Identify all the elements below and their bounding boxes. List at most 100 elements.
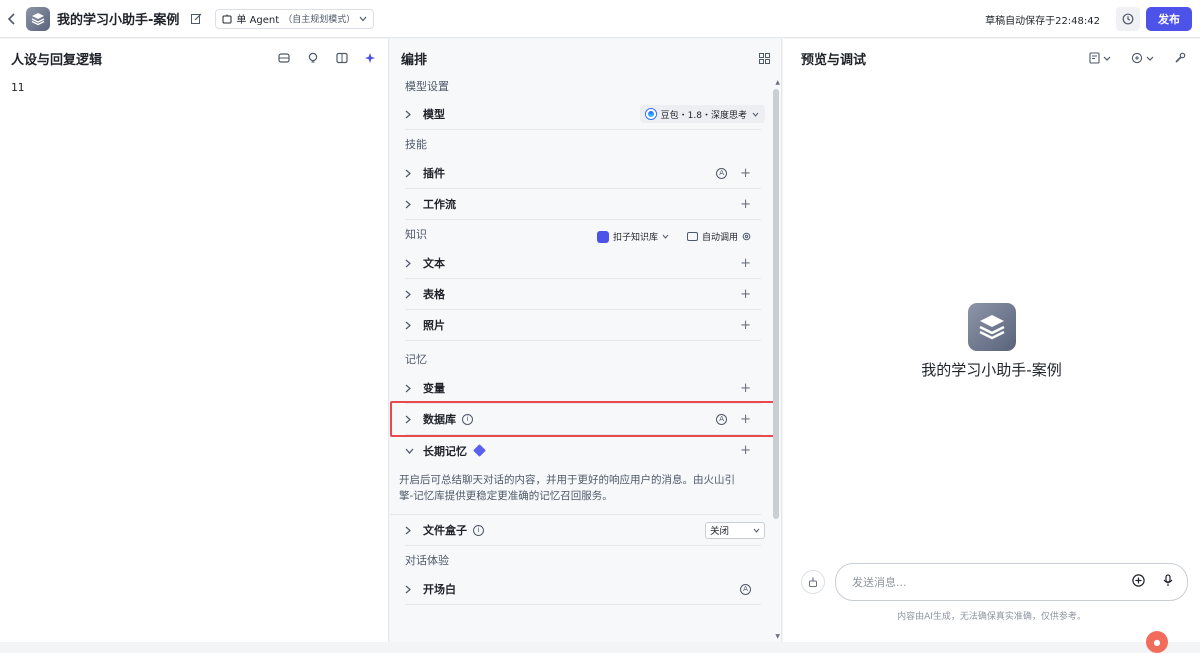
history-icon <box>1122 13 1134 25</box>
auto-add-icon[interactable]: A <box>740 583 751 595</box>
table-kb-label: 表格 <box>423 288 445 301</box>
auto-add-icon[interactable]: A <box>716 167 728 179</box>
preview-panel: 预览与调试 我的学习小助手-案例 发送消息... 内容由AI生成，无法确保真实准… <box>783 39 1200 653</box>
kb-source-select[interactable]: 扣子知识库 <box>596 230 669 243</box>
orchestration-title: 编排 <box>401 52 428 68</box>
app-avatar <box>26 6 50 31</box>
agent-icon <box>222 14 232 23</box>
model-label: 模型 <box>423 108 445 121</box>
chevron-down-icon <box>752 112 759 117</box>
broom-icon <box>809 577 817 587</box>
premium-diamond-icon <box>473 444 486 457</box>
bot-intro: 我的学习小助手-案例 <box>783 303 1200 380</box>
debug-tool-icon[interactable] <box>1174 52 1186 64</box>
app-title: 我的学习小助手-案例 <box>57 13 180 28</box>
ltm-label: 长期记忆 <box>423 444 467 458</box>
template-icon[interactable] <box>278 52 290 64</box>
kb-mode-label: 自动调用 <box>701 233 738 243</box>
filebox-select[interactable]: 关闭 <box>705 521 765 539</box>
long-term-memory-row[interactable]: 长期记忆 + <box>405 435 761 466</box>
text-kb-row[interactable]: 文本 + <box>405 248 761 279</box>
chevron-right-icon <box>405 259 417 268</box>
message-placeholder: 发送消息... <box>852 576 907 589</box>
skills-section-title: 技能 <box>405 138 427 151</box>
opening-row[interactable]: 开场白 A <box>405 574 761 605</box>
grid-layout-icon[interactable] <box>758 52 770 64</box>
ltm-description: 开启后可总结聊天对话的内容，并用于更好的响应用户的消息。由火山引擎-记忆库提供更… <box>390 466 761 515</box>
autosave-status: 草稿自动保存于22:48:42 <box>985 16 1100 27</box>
scroll-up-arrow[interactable]: ▲ <box>775 79 780 86</box>
chat-composer: 发送消息... <box>801 563 1188 601</box>
add-variable-icon[interactable]: + <box>740 382 751 395</box>
plugins-row[interactable]: 插件 A + <box>405 158 761 189</box>
add-ltm-icon[interactable]: + <box>740 444 751 457</box>
bot-name: 我的学习小助手-案例 <box>921 361 1062 379</box>
chevron-right-icon <box>405 321 417 330</box>
workflow-label: 工作流 <box>423 198 456 211</box>
add-attachment-icon[interactable] <box>1132 574 1145 590</box>
chevron-down-icon <box>753 528 760 533</box>
scroll-down-arrow[interactable]: ▼ <box>775 633 780 640</box>
chevron-right-icon <box>405 110 417 119</box>
split-view-icon[interactable] <box>336 52 348 64</box>
agent-mode-select[interactable]: 单 Agent （自主规划模式） <box>215 8 375 29</box>
variables-row[interactable]: 变量 + <box>405 373 761 404</box>
layers-icon <box>978 315 1005 340</box>
prompt-editor[interactable]: 11 <box>0 77 388 98</box>
top-bar: 我的学习小助手-案例 单 Agent （自主规划模式） 草稿自动保存于22:48… <box>0 0 1200 38</box>
table-kb-row[interactable]: 表格 + <box>405 279 761 310</box>
back-button[interactable] <box>0 0 24 38</box>
history-button[interactable] <box>1116 7 1140 31</box>
chevron-right-icon <box>405 384 417 393</box>
chevron-down-icon <box>1146 56 1154 61</box>
layers-icon <box>31 12 45 25</box>
help-bubble[interactable]: ● <box>1146 631 1168 653</box>
scrollbar-thumb[interactable] <box>773 89 779 519</box>
publish-button[interactable]: 发布 <box>1146 7 1192 31</box>
persona-panel: 人设与回复逻辑 11 <box>0 39 389 642</box>
kb-mode-select[interactable]: 自动调用 <box>686 230 751 243</box>
chevron-right-icon <box>405 290 417 299</box>
mode-sub-label: （自主规划模式） <box>283 15 356 25</box>
persona-header: 人设与回复逻辑 <box>0 39 388 77</box>
variables-label: 变量 <box>423 382 445 395</box>
orchestration-header: 编排 <box>390 39 781 77</box>
info-icon[interactable]: i <box>473 524 484 536</box>
model-select[interactable]: 豆包・1.8・深度思考 <box>639 105 765 123</box>
microphone-icon[interactable] <box>1163 574 1173 590</box>
persona-title: 人设与回复逻辑 <box>11 52 103 68</box>
orchestration-panel: 编排 模型设置 模型 豆包・1.8・深度思考 技能 插件 A + 工作流 + 知… <box>390 39 782 642</box>
ai-disclaimer: 内容由AI生成，无法确保真实准确，仅供参考。 <box>897 612 1086 622</box>
plugins-label: 插件 <box>423 167 445 180</box>
workflow-row[interactable]: 工作流 + <box>405 189 761 220</box>
filebox-row[interactable]: 文件盒子 i 关闭 <box>405 515 765 546</box>
debug-layout-dropdown[interactable] <box>1089 52 1111 64</box>
add-table-icon[interactable]: + <box>740 288 751 301</box>
model-value: 豆包・1.8・深度思考 <box>660 110 747 121</box>
mode-label: 单 Agent <box>236 15 280 26</box>
database-highlight-box <box>390 401 777 437</box>
opening-label: 开场白 <box>423 583 456 596</box>
bulb-icon[interactable] <box>307 52 319 64</box>
photo-kb-row[interactable]: 照片 + <box>405 310 761 341</box>
message-input[interactable]: 发送消息... <box>835 563 1188 601</box>
model-row[interactable]: 模型 豆包・1.8・深度思考 <box>405 99 765 130</box>
add-plugin-icon[interactable]: + <box>740 167 751 180</box>
add-workflow-icon[interactable]: + <box>740 198 751 211</box>
persona-dropdown[interactable] <box>1131 52 1154 64</box>
database-row[interactable]: 数据库 i A + <box>390 401 777 437</box>
chevron-left-icon <box>7 12 15 25</box>
bot-avatar <box>967 303 1016 351</box>
clear-history-button[interactable] <box>801 570 825 594</box>
ai-optimize-icon[interactable] <box>365 52 377 64</box>
preview-header: 预览与调试 <box>783 39 1200 77</box>
preview-title: 预览与调试 <box>801 52 867 68</box>
add-text-icon[interactable]: + <box>740 257 751 270</box>
settings-icon <box>742 232 751 241</box>
knowledge-section: 知识 扣子知识库 自动调用 <box>390 220 781 248</box>
edit-icon[interactable] <box>191 12 205 26</box>
knowledge-section-title: 知识 <box>405 228 427 241</box>
chevron-right-icon <box>405 200 417 209</box>
add-photo-icon[interactable]: + <box>740 319 751 332</box>
chevron-down-icon <box>1103 56 1111 61</box>
